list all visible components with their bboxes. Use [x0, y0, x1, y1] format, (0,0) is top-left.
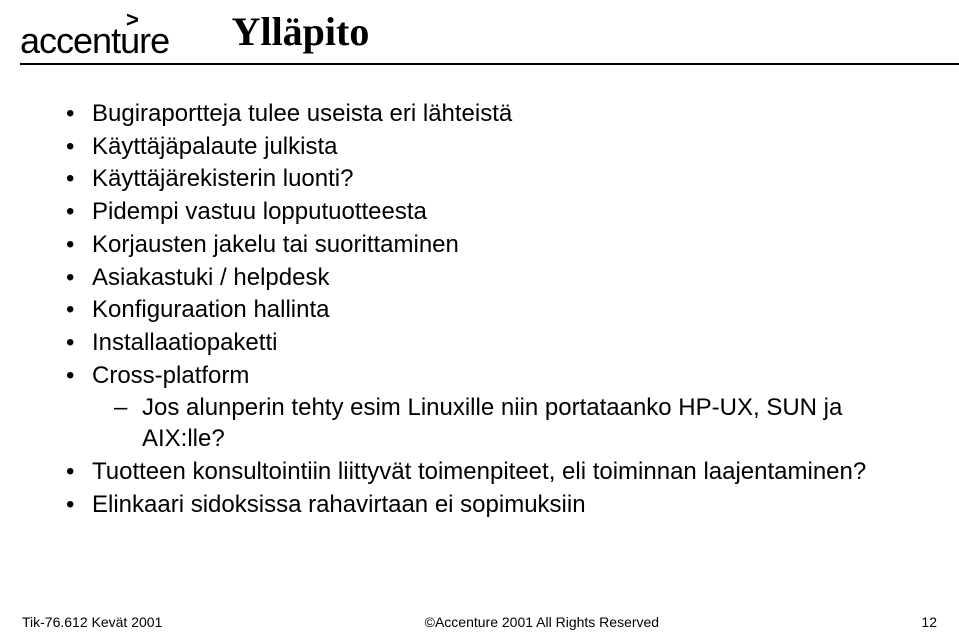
bullet-text: Cross-platform [92, 362, 249, 389]
list-item: Cross-platform Jos alunperin tehty esim … [66, 361, 899, 455]
bullet-text: Käyttäjärekisterin luonti? [92, 165, 353, 192]
logo-text: accenture [20, 25, 169, 57]
list-item: Jos alunperin tehty esim Linuxille niin … [114, 393, 899, 454]
slide-header: > accenture Ylläpito [0, 0, 959, 65]
list-item: Installaatiopaketti [66, 328, 899, 359]
list-item: Elinkaari sidoksissa rahavirtaan ei sopi… [66, 490, 899, 521]
bullet-text: Korjausten jakelu tai suorittaminen [92, 231, 459, 258]
bullet-list: Bugiraportteja tulee useista eri lähteis… [66, 99, 899, 520]
bullet-text: Jos alunperin tehty esim Linuxille niin … [142, 394, 842, 452]
bullet-text: Konfiguraation hallinta [92, 296, 330, 323]
footer-center: ©Accenture 2001 All Rights Reserved [425, 614, 659, 630]
bullet-text: Installaatiopaketti [92, 329, 277, 356]
bullet-text: Bugiraportteja tulee useista eri lähteis… [92, 100, 512, 127]
bullet-text: Käyttäjäpalaute julkista [92, 133, 337, 160]
footer-left: Tik-76.612 Kevät 2001 [22, 614, 162, 630]
list-item: Korjausten jakelu tai suorittaminen [66, 230, 899, 261]
sub-bullet-list: Jos alunperin tehty esim Linuxille niin … [92, 393, 899, 454]
list-item: Käyttäjäpalaute julkista [66, 132, 899, 163]
list-item: Käyttäjärekisterin luonti? [66, 164, 899, 195]
slide-footer: Tik-76.612 Kevät 2001 ©Accenture 2001 Al… [0, 614, 959, 630]
page-number: 12 [921, 614, 937, 630]
list-item: Tuotteen konsultointiin liittyvät toimen… [66, 457, 899, 488]
bullet-text: Elinkaari sidoksissa rahavirtaan ei sopi… [92, 491, 586, 518]
list-item: Pidempi vastuu lopputuotteesta [66, 197, 899, 228]
slide-content: Bugiraportteja tulee useista eri lähteis… [0, 65, 959, 520]
page-title: Ylläpito [232, 8, 370, 55]
slide: > accenture Ylläpito Bugiraportteja tule… [0, 0, 959, 644]
header-divider [20, 63, 959, 65]
list-item: Asiakastuki / helpdesk [66, 263, 899, 294]
bullet-text: Pidempi vastuu lopputuotteesta [92, 198, 427, 225]
bullet-text: Tuotteen konsultointiin liittyvät toimen… [92, 458, 866, 485]
accenture-logo: > accenture [20, 14, 169, 57]
list-item: Konfiguraation hallinta [66, 295, 899, 326]
bullet-text: Asiakastuki / helpdesk [92, 264, 329, 291]
list-item: Bugiraportteja tulee useista eri lähteis… [66, 99, 899, 130]
